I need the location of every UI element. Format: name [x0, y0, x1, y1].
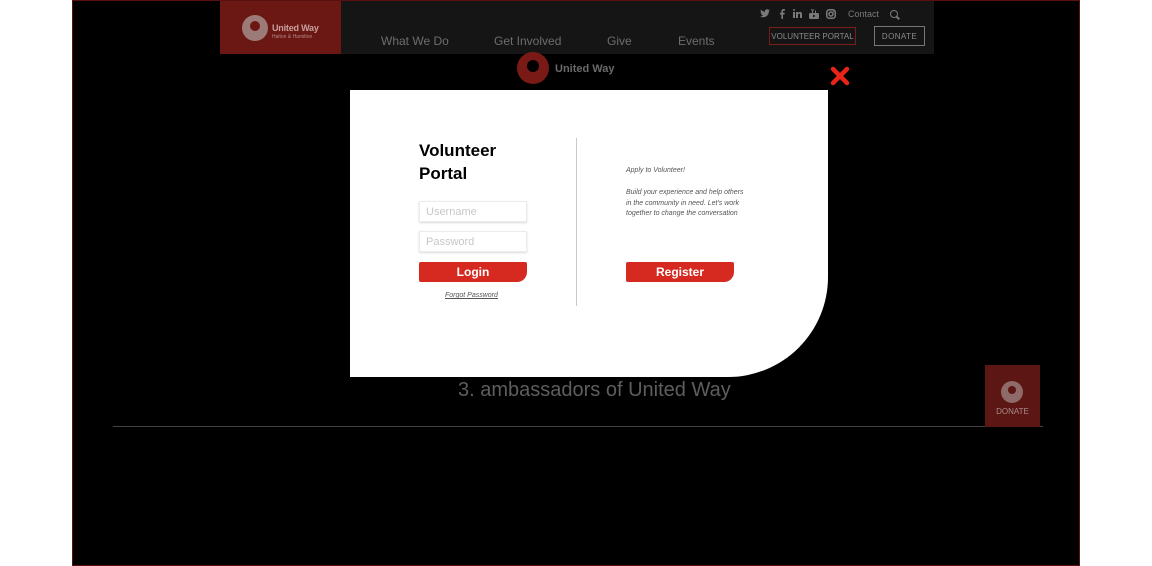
united-way-hand-icon: [1001, 381, 1023, 403]
site-header: United Way Halton & Hamilton What We Do …: [220, 1, 934, 54]
forgot-password-link[interactable]: Forgot Password: [445, 292, 498, 299]
hero-logo-text: United Way: [555, 63, 615, 75]
modal-title: Volunteer Portal: [419, 139, 529, 185]
login-button[interactable]: Login: [419, 262, 527, 282]
volunteer-description: Build your experience and help others in…: [626, 189, 744, 217]
nav-what-we-do[interactable]: What We Do: [381, 34, 449, 48]
volunteer-portal-modal: Volunteer Portal Login Forgot Password A…: [350, 90, 828, 377]
header-donate-button[interactable]: DONATE: [874, 26, 925, 46]
apply-heading: Apply to Volunteer!: [626, 167, 685, 174]
modal-divider: [576, 138, 577, 306]
twitter-icon[interactable]: [760, 9, 770, 21]
logo-subtitle: Halton & Hamilton: [272, 34, 313, 40]
search-icon[interactable]: [890, 10, 898, 18]
youtube-icon[interactable]: [809, 9, 819, 22]
facebook-icon[interactable]: [779, 9, 785, 22]
site-logo[interactable]: United Way Halton & Hamilton: [220, 1, 341, 54]
volunteer-portal-button[interactable]: VOLUNTEER PORTAL: [769, 27, 856, 45]
nav-give[interactable]: Give: [607, 34, 632, 48]
logo-name: United Way: [272, 23, 319, 33]
floating-donate-label: DONATE: [996, 407, 1029, 416]
password-input[interactable]: [419, 231, 527, 252]
close-icon[interactable]: [829, 65, 851, 87]
floating-donate-button[interactable]: DONATE: [985, 365, 1040, 427]
contact-link[interactable]: Contact: [848, 9, 879, 19]
register-button[interactable]: Register: [626, 262, 734, 282]
modal-title-line2: Portal: [419, 164, 468, 183]
username-input[interactable]: [419, 201, 527, 222]
nav-get-involved[interactable]: Get Involved: [494, 34, 561, 48]
instagram-icon[interactable]: [826, 9, 836, 22]
hero-logo-icon: [517, 52, 549, 84]
ambassadors-line: 3. ambassadors of United Way: [458, 379, 731, 401]
linkedin-icon[interactable]: [793, 9, 802, 21]
modal-title-line1: Volunteer: [419, 141, 497, 160]
nav-events[interactable]: Events: [678, 34, 715, 48]
united-way-hand-icon: [242, 15, 268, 41]
section-divider: [113, 426, 1043, 427]
